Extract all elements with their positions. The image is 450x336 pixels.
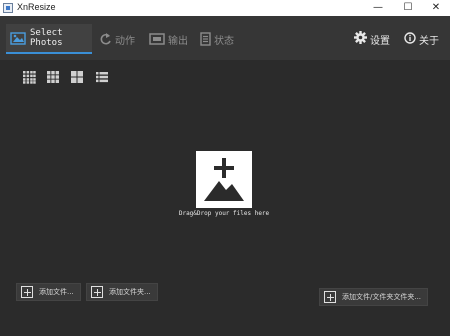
add-files-button[interactable]: 添加文件... bbox=[16, 283, 81, 301]
window-title: XnResize bbox=[17, 2, 56, 12]
main-toolbar: Select Photos 动作 输出 状态 设置 关于 bbox=[0, 16, 450, 60]
add-files-folder-button[interactable]: 添加文件/文件夹文件夹... bbox=[319, 288, 429, 306]
tab-status-label: 状态 bbox=[214, 35, 234, 47]
tab-action[interactable]: 动作 bbox=[100, 24, 135, 54]
info-icon bbox=[404, 31, 416, 47]
add-icon bbox=[91, 286, 103, 298]
about-button[interactable]: 关于 bbox=[404, 30, 439, 48]
drop-zone[interactable] bbox=[196, 151, 252, 208]
output-icon bbox=[149, 33, 165, 45]
main-panel: Drag&Drop your files here 添加文件... 添加文件夹.… bbox=[0, 60, 450, 336]
status-list-icon bbox=[200, 32, 211, 46]
add-files-folder-label: 添加文件/文件夹文件夹... bbox=[342, 293, 422, 301]
maximize-button[interactable]: ☐ bbox=[394, 0, 422, 16]
grid-large-icon bbox=[71, 71, 83, 83]
view-grid-large-button[interactable] bbox=[70, 69, 84, 83]
tab-select-photos-label: Select Photos bbox=[30, 28, 63, 48]
title-bar: XnResize — ☐ ✕ bbox=[0, 0, 450, 16]
rotate-icon bbox=[100, 32, 112, 46]
gear-icon bbox=[354, 31, 367, 47]
view-grid-small-button[interactable] bbox=[22, 69, 36, 84]
tab-select-photos[interactable]: Select Photos bbox=[6, 24, 92, 54]
grid-small-icon bbox=[23, 71, 36, 84]
drop-zone-text: Drag&Drop your files here bbox=[178, 210, 270, 217]
tab-status[interactable]: 状态 bbox=[200, 24, 234, 54]
settings-label: 设置 bbox=[370, 35, 390, 47]
view-grid-medium-button[interactable] bbox=[46, 69, 60, 83]
add-folder-button[interactable]: 添加文件夹... bbox=[86, 283, 158, 301]
tab-action-label: 动作 bbox=[115, 35, 135, 47]
add-icon bbox=[324, 291, 336, 303]
tab-output[interactable]: 输出 bbox=[149, 24, 188, 54]
list-view-icon bbox=[96, 72, 108, 83]
close-button[interactable]: ✕ bbox=[422, 0, 450, 16]
grid-medium-icon bbox=[47, 71, 59, 83]
view-list-button[interactable] bbox=[95, 69, 109, 83]
photo-select-icon bbox=[10, 31, 26, 45]
minimize-button[interactable]: — bbox=[364, 0, 392, 16]
add-icon bbox=[21, 286, 33, 298]
app-icon bbox=[3, 3, 13, 13]
settings-button[interactable]: 设置 bbox=[354, 30, 390, 48]
about-label: 关于 bbox=[419, 35, 439, 47]
add-photo-icon bbox=[204, 158, 244, 201]
tab-output-label: 输出 bbox=[168, 35, 188, 47]
add-files-label: 添加文件... bbox=[39, 288, 74, 296]
add-folder-label: 添加文件夹... bbox=[109, 288, 151, 296]
